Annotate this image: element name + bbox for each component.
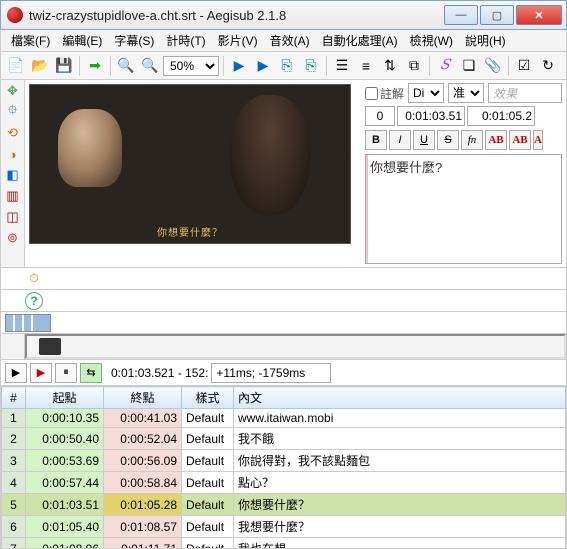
layer-field[interactable]	[365, 106, 395, 126]
menu-audio[interactable]: 音效(A)	[264, 30, 316, 51]
zoom-in-icon[interactable]: 🔍	[115, 55, 137, 77]
play-button[interactable]: ▶	[5, 363, 27, 383]
select-visible-icon[interactable]: ☰	[331, 55, 353, 77]
app-icon	[7, 7, 23, 23]
styling-assistant-icon[interactable]: 𝑆	[434, 55, 456, 77]
realtime-icon[interactable]: ⊚	[4, 229, 22, 247]
color2-button[interactable]: AB	[509, 130, 531, 150]
timecode-label: 0:01:03.521 - 152:	[111, 366, 208, 380]
save-icon[interactable]: 💾	[53, 55, 75, 77]
table-row[interactable]: 40:00:57.440:00:58.84Default點心？	[2, 472, 566, 494]
effect-field[interactable]: 效果	[488, 83, 562, 103]
menu-bar: 檔案(F) 編輯(E) 字幕(S) 計時(T) 影片(V) 音效(A) 自動化處…	[0, 30, 567, 52]
table-row[interactable]: 30:00:53.690:00:56.09Default你說得對，我不該點麵包	[2, 450, 566, 472]
play-line-button[interactable]: ▶	[30, 363, 52, 383]
table-row[interactable]: 20:00:50.400:00:52.04Default我不餓	[2, 428, 566, 450]
font-button[interactable]: fn	[461, 130, 483, 150]
minimize-button[interactable]: —	[444, 5, 478, 25]
end-time-field[interactable]	[467, 106, 535, 126]
subtitle-grid[interactable]: # 起點 終點 樣式 內文 10:00:10.350:00:41.03Defau…	[0, 386, 567, 549]
style-select[interactable]: 准	[448, 83, 484, 103]
video-jump-end-icon[interactable]: ▶	[252, 55, 274, 77]
drag-icon[interactable]: ⯐	[4, 103, 22, 121]
translation-assistant-icon[interactable]: ❏	[458, 55, 480, 77]
clip-icon[interactable]: ▥	[4, 187, 22, 205]
actor-select[interactable]: Di	[408, 83, 444, 103]
sort-icon[interactable]: ⇅	[379, 55, 401, 77]
video-side-toolbar: ✥ ⯐ ⟲ ◑ ◧ ▥ ◫ ⊚	[1, 80, 25, 267]
rotate-z-icon[interactable]: ⟲	[4, 124, 22, 142]
color3-button[interactable]: A	[533, 130, 543, 150]
style-manager-icon[interactable]: ⧉	[403, 55, 425, 77]
menu-automation[interactable]: 自動化處理(A)	[316, 30, 404, 51]
audio-bars-icon[interactable]	[5, 314, 51, 332]
help-icon[interactable]: ?	[25, 292, 43, 310]
col-end[interactable]: 終點	[104, 387, 182, 409]
subtitle-edit-panel: 註解 Di 准 效果 B I U S fn AB AB A	[361, 80, 566, 267]
zoom-select[interactable]: 50%	[163, 56, 219, 76]
underline-button[interactable]: U	[413, 130, 435, 150]
col-num[interactable]: #	[2, 387, 26, 409]
col-text[interactable]: 內文	[234, 387, 566, 409]
main-toolbar: 📄 📂 💾 ➡ 🔍 🔍 50% ▶ ▶ ⎘ ⎘ ☰ ≡ ⇅ ⧉ 𝑆 ❏ 📎 ☑ …	[0, 52, 567, 80]
menu-file[interactable]: 檔案(F)	[5, 30, 56, 51]
stopwatch-icon[interactable]: ⏱	[25, 270, 43, 288]
title-bar: twiz-crazystupidlove-a.cht.srt - Aegisub…	[0, 0, 567, 30]
maximize-button[interactable]: ▢	[480, 5, 514, 25]
settings-icon[interactable]: ☑	[513, 55, 535, 77]
playback-bar: ▶ ▶ ⏸ ⇆ 0:01:03.521 - 152: +11ms; -1759m…	[0, 360, 567, 386]
table-row[interactable]: 10:00:10.350:00:41.03Defaultwww.itaiwan.…	[2, 409, 566, 428]
video-preview[interactable]: 你想要什麼？	[29, 84, 351, 244]
table-row[interactable]: 50:01:03.510:01:05.28Default你想要什麼？	[2, 494, 566, 516]
new-icon[interactable]: 📄	[5, 55, 27, 77]
rotate-xy-icon[interactable]: ◑	[4, 145, 22, 163]
table-row[interactable]: 70:01:08.960:01:11.71Default我也在想	[2, 538, 566, 549]
col-start[interactable]: 起點	[26, 387, 104, 409]
cycle-icon[interactable]: ↻	[537, 55, 559, 77]
menu-view[interactable]: 檢視(W)	[404, 30, 459, 51]
start-time-field[interactable]	[397, 106, 465, 126]
table-row[interactable]: 60:01:05.400:01:08.57Default我想要什麼？	[2, 516, 566, 538]
strike-button[interactable]: S	[437, 130, 459, 150]
scale-icon[interactable]: ◧	[4, 166, 22, 184]
menu-edit[interactable]: 編輯(E)	[56, 30, 108, 51]
italic-button[interactable]: I	[389, 130, 411, 150]
comment-checkbox[interactable]: 註解	[365, 85, 404, 102]
zoom-out-icon[interactable]: 🔍	[139, 55, 161, 77]
menu-video[interactable]: 影片(V)	[212, 30, 264, 51]
menu-subtitles[interactable]: 字幕(S)	[108, 30, 160, 51]
menu-help[interactable]: 說明(H)	[459, 30, 512, 51]
vector-clip-icon[interactable]: ◫	[4, 208, 22, 226]
snap-end-icon[interactable]: ⎘	[300, 55, 322, 77]
jump-icon[interactable]: ➡	[84, 55, 106, 77]
attachment-icon[interactable]: 📎	[482, 55, 504, 77]
snap-start-icon[interactable]: ⎘	[276, 55, 298, 77]
video-subtitle-overlay: 你想要什麼？	[30, 224, 350, 239]
pause-button[interactable]: ⏸	[55, 363, 77, 383]
subtitle-text-input[interactable]	[365, 154, 562, 264]
crosshair-icon[interactable]: ✥	[4, 82, 22, 100]
toggle-autoscroll-button[interactable]: ⇆	[80, 363, 102, 383]
window-title: twiz-crazystupidlove-a.cht.srt - Aegisub…	[29, 8, 444, 23]
color1-button[interactable]: AB	[485, 130, 507, 150]
col-style[interactable]: 樣式	[182, 387, 234, 409]
shift-display: +11ms; -1759ms	[211, 363, 331, 383]
seek-slider[interactable]	[25, 334, 566, 359]
shift-times-icon[interactable]: ≡	[355, 55, 377, 77]
audio-vol-row	[0, 312, 567, 334]
close-button[interactable]: ✕	[516, 5, 562, 25]
bold-button[interactable]: B	[365, 130, 387, 150]
open-icon[interactable]: 📂	[29, 55, 51, 77]
video-jump-start-icon[interactable]: ▶	[228, 55, 250, 77]
menu-timing[interactable]: 計時(T)	[160, 30, 211, 51]
